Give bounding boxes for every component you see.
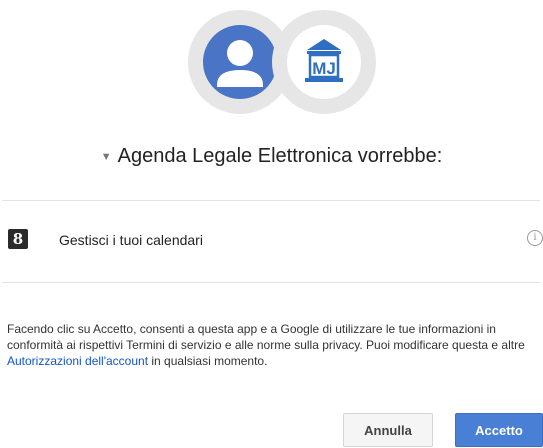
app-logo-text: MJ <box>312 59 336 78</box>
person-icon <box>217 40 263 87</box>
consent-text-part2: in qualsiasi momento. <box>148 354 268 368</box>
courthouse-icon: MJ <box>305 39 343 82</box>
info-icon[interactable]: i <box>527 230 543 246</box>
cancel-button[interactable]: Annulla <box>343 413 433 447</box>
chevron-down-icon[interactable]: ▼ <box>101 151 112 163</box>
app-logo: MJ <box>272 10 376 114</box>
consent-title: ▼ Agenda Legale Elettronica vorrebbe: <box>0 145 543 168</box>
consent-text: Facendo clic su Accetto, consenti a ques… <box>7 321 543 369</box>
title-text: Agenda Legale Elettronica vorrebbe: <box>117 145 443 167</box>
accept-button[interactable]: Accetto <box>455 413 543 447</box>
permission-item: 8 Gestisci i tuoi calendari i <box>0 225 543 255</box>
consent-text-part1: Facendo clic su Accetto, consenti a ques… <box>7 322 525 352</box>
account-permissions-link[interactable]: Autorizzazioni dell'account <box>7 354 148 368</box>
permission-label: Gestisci i tuoi calendari <box>59 232 203 248</box>
google-plus-icon: 8 <box>8 229 28 249</box>
account-avatars: MJ <box>188 10 388 114</box>
divider <box>2 282 540 283</box>
divider <box>2 200 540 201</box>
